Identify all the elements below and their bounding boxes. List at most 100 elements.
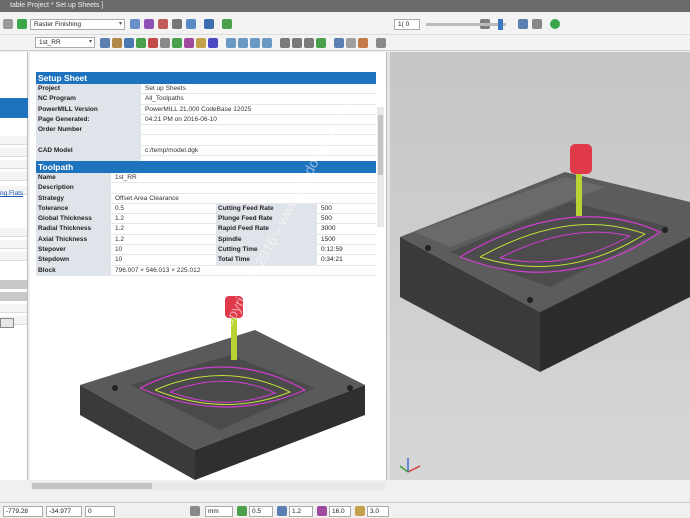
secondary-toolbar: 1st_RR ▾: [0, 35, 690, 51]
explorer-row[interactable]: [0, 148, 27, 157]
toolpath-row-label2: Cutting Feed Rate: [215, 203, 318, 214]
setup-row: PowerMILL Version PowerMILL 21.000 CodeBa…: [36, 104, 376, 115]
toolpath-row: Description: [36, 183, 376, 194]
explorer-panel: ng Flats: [0, 52, 28, 480]
view-side-icon[interactable]: [262, 38, 272, 48]
status-bar: -779.28 -34.977 0 mm 0.5 1.2 16.0 3.0: [0, 502, 690, 518]
length-icon[interactable]: [355, 506, 365, 516]
block-icon[interactable]: [186, 19, 196, 29]
material-icon[interactable]: [346, 38, 356, 48]
explorer-row-grey[interactable]: [0, 292, 27, 301]
tolerance-field[interactable]: 0.5: [249, 506, 273, 517]
pattern-icon[interactable]: [196, 38, 206, 48]
chevron-down-icon: ▾: [118, 21, 122, 27]
view-front-icon[interactable]: [250, 38, 260, 48]
explorer-button[interactable]: [0, 318, 14, 328]
explorer-row[interactable]: [0, 252, 27, 261]
toolpath-row-value2: 1500: [321, 235, 336, 243]
settings-icon[interactable]: [158, 19, 168, 29]
thickness-field[interactable]: 1.2: [289, 506, 313, 517]
explorer-link[interactable]: ng Flats: [0, 190, 28, 197]
length-field[interactable]: 3.0: [367, 506, 389, 517]
toolpath-icon[interactable]: [130, 19, 140, 29]
refresh-icon[interactable]: [17, 19, 27, 29]
explorer-row[interactable]: [0, 304, 27, 313]
horizontal-scroll-thumb[interactable]: [32, 483, 152, 489]
move-icon[interactable]: [160, 38, 170, 48]
toolpath-row-value: 1.2: [115, 225, 125, 233]
view-iso-icon[interactable]: [226, 38, 236, 48]
diameter-field[interactable]: 16.0: [329, 506, 351, 517]
tolerance-icon[interactable]: [237, 506, 247, 516]
setup-row-label: Project: [36, 84, 142, 94]
toolpath-row: Radial Thickness 1.2 Rapid Feed Rate 3000: [36, 224, 376, 235]
toolpath-select[interactable]: 1st_RR ▾: [35, 37, 95, 48]
explorer-row[interactable]: [0, 136, 27, 145]
zoom-select-value: 1( 0: [398, 21, 410, 28]
coord-x-field[interactable]: -779.28: [3, 506, 43, 517]
shading-icon[interactable]: [518, 19, 528, 29]
toolpath-row-label: Name: [36, 173, 112, 183]
workplane-icon[interactable]: [190, 506, 200, 516]
toolpath-row-label: Strategy: [36, 193, 112, 203]
toolpath-row-label: Tolerance: [36, 203, 112, 214]
main-toolbar: Raster Finishing ▾ 1( 0: [0, 13, 690, 35]
shade-icon[interactable]: [334, 38, 344, 48]
explorer-row[interactable]: [0, 172, 27, 181]
tool-shank: [576, 170, 582, 216]
zoom-in-icon[interactable]: [292, 38, 302, 48]
toolpath-row-value2: 3000: [321, 225, 336, 233]
calculate-icon[interactable]: [172, 19, 182, 29]
document-horizontal-scrollbar[interactable]: [30, 482, 386, 490]
toolpath-row: Stepover 10 Cutting Time 0:12:59: [36, 245, 376, 256]
zoom-select[interactable]: 1( 0: [394, 19, 420, 30]
explorer-row-grey[interactable]: [0, 280, 27, 289]
boundary-icon[interactable]: [184, 38, 194, 48]
section-icon[interactable]: [358, 38, 368, 48]
toolpath-row-label: Stepdown: [36, 255, 112, 265]
graphics-viewport[interactable]: [390, 52, 690, 480]
toolpath-tools-icon[interactable]: [100, 38, 110, 48]
document-scroll-thumb[interactable]: [378, 115, 383, 175]
toolpath-row-value2: 500: [321, 215, 332, 223]
explorer-row[interactable]: [0, 240, 27, 249]
window-title-bar: table Project * Set up Sheets ]: [0, 0, 690, 12]
tool-icon[interactable]: [144, 19, 154, 29]
zoom-out-icon[interactable]: [304, 38, 314, 48]
wireframe-icon[interactable]: [532, 19, 542, 29]
copy-icon[interactable]: [124, 38, 134, 48]
verify-icon[interactable]: [222, 19, 232, 29]
explorer-selected-item[interactable]: [0, 98, 28, 118]
zoom-fit-icon[interactable]: [280, 38, 290, 48]
edit-icon[interactable]: [136, 38, 146, 48]
explorer-row[interactable]: [0, 228, 27, 237]
explorer-row[interactable]: [0, 160, 27, 169]
nc-program-icon[interactable]: [204, 19, 214, 29]
help-icon[interactable]: [550, 19, 560, 29]
setup-row-label: Order Number: [36, 125, 142, 135]
curve-icon[interactable]: [172, 38, 182, 48]
toolpath-row-value: 0.5: [115, 204, 125, 212]
delete-icon[interactable]: [148, 38, 158, 48]
document-vertical-scrollbar[interactable]: [377, 107, 384, 227]
back-arrow-icon[interactable]: [3, 19, 13, 29]
view-top-icon[interactable]: [238, 38, 248, 48]
setup-row-label: Page Generated:: [36, 114, 142, 125]
toolpath-section: Toolpath Name 1st_RR Description Strategy Of…: [36, 161, 376, 276]
measure-icon[interactable]: [376, 38, 386, 48]
strategy-select[interactable]: Raster Finishing ▾: [30, 19, 125, 30]
toolpath-row-label: Block: [36, 265, 112, 275]
thickness-icon[interactable]: [277, 506, 287, 516]
toolpath-row-value: 10: [115, 256, 123, 264]
coord-z-field[interactable]: 0: [85, 506, 115, 517]
rotate-icon[interactable]: [316, 38, 326, 48]
diameter-icon[interactable]: [317, 506, 327, 516]
slider-track[interactable]: [426, 23, 506, 26]
feature-icon[interactable]: [208, 38, 218, 48]
coord-y-field[interactable]: -34.977: [46, 506, 82, 517]
toolpath-row-label: Stepover: [36, 245, 112, 255]
units-field[interactable]: mm: [205, 506, 233, 517]
slider-thumb[interactable]: [498, 19, 503, 30]
bolt-hole: [347, 385, 353, 391]
lock-icon[interactable]: [112, 38, 122, 48]
